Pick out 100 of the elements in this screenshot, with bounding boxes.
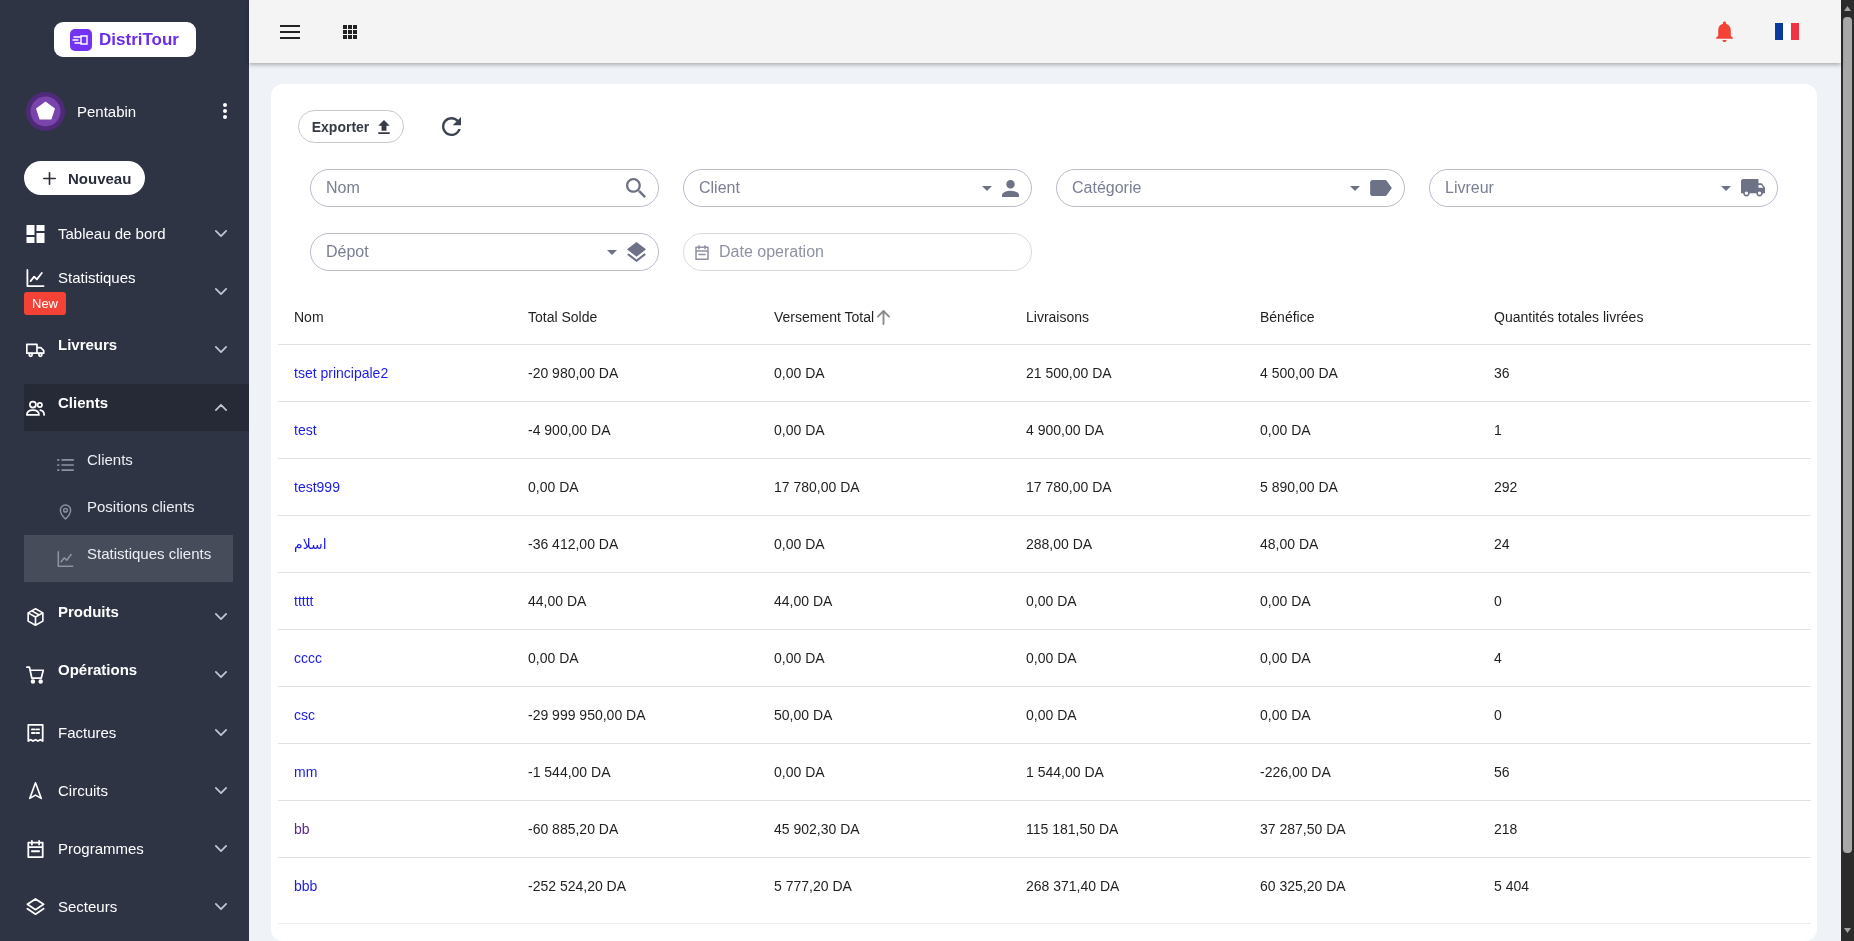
table-cell: 21 500,00 DA xyxy=(1026,365,1112,381)
scrollbar[interactable] xyxy=(1841,0,1854,941)
table-cell: 268 371,40 DA xyxy=(1026,878,1120,894)
client-link[interactable]: bbb xyxy=(294,878,318,894)
notification-bell-icon[interactable] xyxy=(1716,21,1733,42)
avatar-icon xyxy=(26,91,65,131)
select-field[interactable]: Catégorie xyxy=(1056,169,1405,207)
table-cell: 60 325,20 DA xyxy=(1260,878,1346,894)
tag-icon xyxy=(1370,180,1392,196)
calendar-icon xyxy=(26,839,45,858)
brand-name: DistriTour xyxy=(99,29,179,50)
client-link[interactable]: ttttt xyxy=(294,593,314,609)
table-cell: 0,00 DA xyxy=(1260,707,1311,723)
column-header[interactable]: Versement Total xyxy=(774,309,891,325)
table-cell: 17 780,00 DA xyxy=(1026,479,1112,495)
submenu-item[interactable]: Positions clients xyxy=(24,488,233,535)
table-cell: 288,00 DA xyxy=(1026,536,1093,552)
menu-item[interactable]: Secteurs xyxy=(24,883,249,930)
table-cell: 115 181,50 DA xyxy=(1026,821,1119,837)
column-header[interactable]: Quantités totales livrées xyxy=(1494,309,1644,325)
calendar-icon xyxy=(695,244,709,260)
menu-item[interactable]: Statistiques New xyxy=(24,268,249,315)
caret-icon xyxy=(982,185,992,191)
table-cell: 0,00 DA xyxy=(1260,650,1311,666)
table-cell: 0,00 DA xyxy=(774,650,825,666)
table-cell: 5 777,20 DA xyxy=(774,878,852,894)
caret-icon xyxy=(1721,185,1731,191)
select-field[interactable]: Client xyxy=(683,169,1032,207)
client-link[interactable]: mm xyxy=(294,764,318,780)
menu-item[interactable]: Circuits xyxy=(24,767,249,814)
flag-icon[interactable] xyxy=(1775,23,1799,40)
table-cell: 5 404 xyxy=(1494,878,1530,894)
select-field[interactable]: Dépot xyxy=(310,233,659,271)
menu-item[interactable]: Tableau de bord xyxy=(24,210,249,257)
new-badge: New xyxy=(24,291,66,315)
cart-icon xyxy=(26,665,45,684)
search-field[interactable]: Nom xyxy=(310,169,659,207)
column-header[interactable]: Bénéfice xyxy=(1260,309,1315,325)
menu-item[interactable]: Factures xyxy=(24,709,249,756)
navigation-arrow-icon xyxy=(26,781,45,800)
new-button[interactable]: Nouveau xyxy=(24,161,145,195)
client-link[interactable]: test999 xyxy=(294,479,340,495)
table-cell: 0,00 DA xyxy=(1026,650,1077,666)
table-cell: 24 xyxy=(1494,536,1510,552)
export-button[interactable]: Exporter xyxy=(298,110,404,143)
table-cell: 0,00 DA xyxy=(774,764,825,780)
table-cell: 37 287,50 DA xyxy=(1260,821,1346,837)
table-cell: 56 xyxy=(1494,764,1510,780)
submenu-item[interactable]: Statistiques clients xyxy=(24,535,233,582)
table-cell: 4 500,00 DA xyxy=(1260,365,1338,381)
table-cell: 0,00 DA xyxy=(774,536,825,552)
select-field[interactable]: Livreur xyxy=(1429,169,1778,207)
table-cell: 4 900,00 DA xyxy=(1026,422,1104,438)
client-link[interactable]: bb xyxy=(294,821,310,837)
client-link[interactable]: tset principale2 xyxy=(294,365,389,381)
menu-item[interactable]: Opérations xyxy=(24,651,249,698)
client-link[interactable]: test xyxy=(294,422,317,438)
client-link[interactable]: cccc xyxy=(294,650,322,666)
upload-icon xyxy=(378,119,391,134)
refresh-icon[interactable] xyxy=(442,117,461,136)
table-cell: 45 902,30 DA xyxy=(774,821,860,837)
table-cell: -29 999 950,00 DA xyxy=(528,707,646,723)
people-icon xyxy=(26,398,45,417)
menu-item[interactable]: Produits xyxy=(24,593,249,640)
layers-icon xyxy=(26,897,45,916)
table-cell: 0,00 DA xyxy=(774,422,825,438)
table-cell: 0,00 DA xyxy=(528,479,579,495)
plus-icon xyxy=(43,171,56,185)
dashboard-icon xyxy=(26,224,45,243)
table-cell: 48,00 DA xyxy=(1260,536,1319,552)
client-link[interactable]: csc xyxy=(294,707,315,723)
table-cell: 1 544,00 DA xyxy=(1026,764,1104,780)
menu-icon[interactable] xyxy=(280,24,300,39)
caret-icon xyxy=(1350,185,1360,191)
table-cell: 44,00 DA xyxy=(528,593,587,609)
table-cell: 0,00 DA xyxy=(1026,707,1077,723)
menu-item[interactable]: Clients xyxy=(24,384,249,431)
search-icon xyxy=(626,178,646,198)
line-chart-icon xyxy=(26,268,45,287)
column-header[interactable]: Nom xyxy=(294,309,324,325)
apps-grid-icon[interactable] xyxy=(343,24,357,39)
column-header[interactable]: Livraisons xyxy=(1026,309,1090,325)
layers-icon xyxy=(627,242,646,262)
table-cell: 5 890,00 DA xyxy=(1260,479,1338,495)
date-field[interactable]: Date operation xyxy=(683,233,1032,271)
menu-item[interactable]: Livreurs xyxy=(24,326,249,373)
submenu-item[interactable]: Clients xyxy=(24,441,233,488)
location-pin-icon xyxy=(57,503,74,520)
menu-item[interactable]: Programmes xyxy=(24,825,249,872)
table-cell: 292 xyxy=(1494,479,1518,495)
table-cell: 0,00 DA xyxy=(1260,593,1311,609)
more-icon[interactable] xyxy=(222,102,228,120)
table-cell: 0 xyxy=(1494,707,1502,723)
table-cell: 1 xyxy=(1494,422,1502,438)
column-header[interactable]: Total Solde xyxy=(528,309,598,325)
logo-icon xyxy=(70,28,92,51)
table-cell: 0,00 DA xyxy=(528,650,579,666)
client-link[interactable]: اسلام xyxy=(294,536,327,552)
table-cell: -60 885,20 DA xyxy=(528,821,619,837)
line-chart-icon xyxy=(57,550,74,567)
